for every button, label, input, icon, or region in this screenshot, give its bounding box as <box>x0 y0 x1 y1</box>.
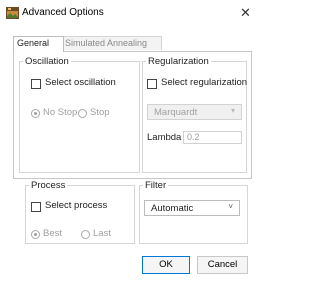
oscillation-group: Oscillation Select oscillation No Stop S… <box>19 56 140 173</box>
select-regularization-label: Select regularization <box>161 77 248 88</box>
no-stop-radio[interactable] <box>31 109 40 118</box>
stop-label: Stop <box>90 107 110 118</box>
regularization-method-value: Marquardt <box>154 107 198 118</box>
regularization-group: Regularization Select regularization Mar… <box>142 56 247 173</box>
filter-legend: Filter <box>145 180 167 191</box>
process-group: Process Select process Best Last <box>25 180 135 244</box>
filter-select[interactable]: Automatic ˅ <box>144 200 240 216</box>
title-bar: Advanced Options ✕ <box>0 0 259 26</box>
stop-radio[interactable] <box>78 109 87 118</box>
app-icon <box>6 7 19 19</box>
process-legend: Process <box>31 180 66 191</box>
select-oscillation-checkbox[interactable] <box>31 79 41 89</box>
filter-group: Filter Automatic ˅ <box>139 180 248 244</box>
oscillation-legend: Oscillation <box>25 56 69 67</box>
tab-panel-general: Oscillation Select oscillation No Stop S… <box>13 51 252 179</box>
cancel-button[interactable]: Cancel <box>197 256 248 274</box>
last-radio[interactable] <box>81 230 90 239</box>
regularization-legend: Regularization <box>148 56 209 67</box>
ok-button[interactable]: OK <box>142 256 190 274</box>
close-icon[interactable]: ✕ <box>240 5 251 21</box>
chevron-down-icon: ˅ <box>228 202 233 211</box>
tab-general[interactable]: General <box>13 36 64 52</box>
no-stop-label: No Stop <box>43 107 78 118</box>
best-radio[interactable] <box>31 230 40 239</box>
tab-simulated-annealing[interactable]: Simulated Annealing <box>61 36 162 50</box>
regularization-method-select[interactable]: Marquardt ▾ <box>147 104 242 120</box>
select-process-checkbox[interactable] <box>31 202 41 212</box>
best-label: Best <box>43 228 63 239</box>
window-title: Advanced Options <box>22 7 104 18</box>
select-oscillation-label: Select oscillation <box>45 77 116 88</box>
advanced-options-dialog: Advanced Options ✕ General Simulated Ann… <box>0 0 259 284</box>
select-regularization-checkbox[interactable] <box>147 79 157 89</box>
lambda-label: Lambda <box>147 132 182 143</box>
last-label: Last <box>93 228 111 239</box>
lambda-input[interactable]: 0.2 <box>183 131 242 144</box>
select-process-label: Select process <box>45 200 108 211</box>
chevron-down-icon: ▾ <box>230 106 235 115</box>
filter-value: Automatic <box>151 203 194 214</box>
